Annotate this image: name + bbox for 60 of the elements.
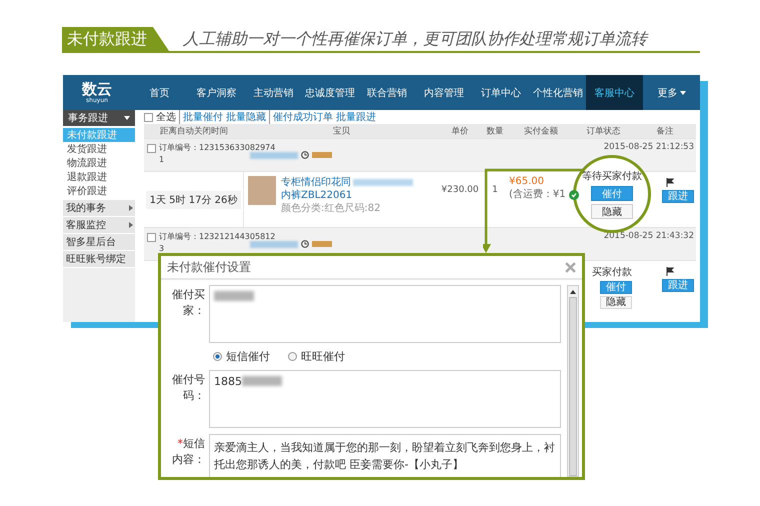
order-time: 2015-08-25 21:12:53 xyxy=(604,141,695,154)
product-attributes: 颜色分类:红色尺码:82 xyxy=(281,202,382,215)
nav-tab[interactable]: 个性化营销 xyxy=(529,75,586,110)
banner-tag: 未付款跟进 xyxy=(62,27,169,51)
sidebar-item[interactable]: 物流跟进 xyxy=(63,156,135,170)
nav-tab[interactable]: 联合营销 xyxy=(358,75,416,110)
order-number: 订单编号：123153633082974 xyxy=(159,142,276,154)
shipping-note: (含运费：¥1 xyxy=(509,188,566,201)
toolbar-link[interactable]: 催付成功订单 xyxy=(273,110,333,124)
nav-tab[interactable]: 更多 xyxy=(643,75,700,110)
nav-tab[interactable]: 主动营销 xyxy=(244,75,302,110)
hide-button[interactable]: 隐藏 xyxy=(591,204,633,219)
nav-tab[interactable]: 客户洞察 xyxy=(188,75,245,110)
field-label: 催付买家： xyxy=(171,287,205,319)
toolbar-link[interactable]: 批量隐藏 xyxy=(226,110,266,124)
unit-price: ¥230.00 xyxy=(441,185,479,195)
field-label: 催付号码： xyxy=(171,372,205,404)
radio-option[interactable]: 短信催付 xyxy=(213,349,270,364)
quantity: 1 xyxy=(492,185,498,195)
sidebar-item[interactable]: 评价跟进 xyxy=(63,184,135,198)
nav-tab[interactable]: 内容管理 xyxy=(416,75,472,110)
countdown-timer: 1天 5时 17分 26秒 xyxy=(146,190,242,208)
text-area[interactable]: 1885 xyxy=(209,370,561,428)
sidebar-item[interactable]: 发货跟进 xyxy=(63,142,135,156)
sidebar-group[interactable]: 我的事务 xyxy=(63,200,135,217)
hide-button[interactable]: 隐藏 xyxy=(600,296,632,309)
column-header: 宝贝 xyxy=(332,126,351,137)
order-time: 2015-08-25 21:43:32 xyxy=(604,230,695,243)
nav-tab[interactable]: 首页 xyxy=(131,75,188,110)
column-header: 距离自动关闭时间 xyxy=(159,125,229,137)
column-header: 订单状态 xyxy=(586,126,622,137)
paid-amount: ¥65.00 xyxy=(509,176,544,187)
toolbar-link[interactable]: 批量催付 xyxy=(183,110,223,124)
toolbar-link[interactable]: 批量跟进 xyxy=(336,110,376,124)
column-header: 单价 xyxy=(450,126,470,137)
text-area[interactable]: 亲爱滴主人，当我知道属于您的那一刻，盼望着立刻飞奔到您身上，衬托出您那诱人的美，付款吧 臣妾需要你-【小丸子】 xyxy=(209,434,561,477)
order-index: 3 xyxy=(159,243,166,255)
select-all-label: 全选 xyxy=(156,110,176,124)
order-status: 等待买家付款 xyxy=(582,170,642,183)
product-link[interactable]: 专柜情侣印花同 xyxy=(281,176,351,189)
product-link[interactable]: 内裤ZBL22061 xyxy=(281,189,413,202)
sidebar-group[interactable]: 旺旺账号绑定 xyxy=(63,251,135,268)
nav-tab[interactable]: 订单中心 xyxy=(472,75,530,110)
logo-text: 数云 xyxy=(82,81,112,97)
field-label: *短信内容： xyxy=(171,436,205,468)
dialog-title: 未付款催付设置 xyxy=(167,258,251,276)
nav-tab[interactable]: 客服中心 xyxy=(586,75,644,110)
banner-slogan: 人工辅助一对一个性再催保订单，更可团队协作处理常规订单流转 xyxy=(183,28,647,50)
sidebar-item[interactable]: 退款跟进 xyxy=(63,170,135,184)
nav-tab[interactable]: 忠诚度管理 xyxy=(302,75,359,110)
order-index: 1 xyxy=(159,154,166,166)
sidebar-header[interactable]: 事务跟进 xyxy=(63,110,135,126)
column-header: 备注 xyxy=(656,126,674,137)
column-header: 实付金额 xyxy=(523,126,559,137)
order-status: 买家付款 xyxy=(592,266,632,279)
sidebar-group[interactable]: 客服监控 xyxy=(63,217,135,234)
sidebar-group[interactable]: 智多星后台 xyxy=(63,234,135,251)
column-header: 数量 xyxy=(486,126,504,137)
order-number: 订单编号：123212144305812 xyxy=(159,231,276,243)
radio-option[interactable]: 旺旺催付 xyxy=(288,349,345,364)
